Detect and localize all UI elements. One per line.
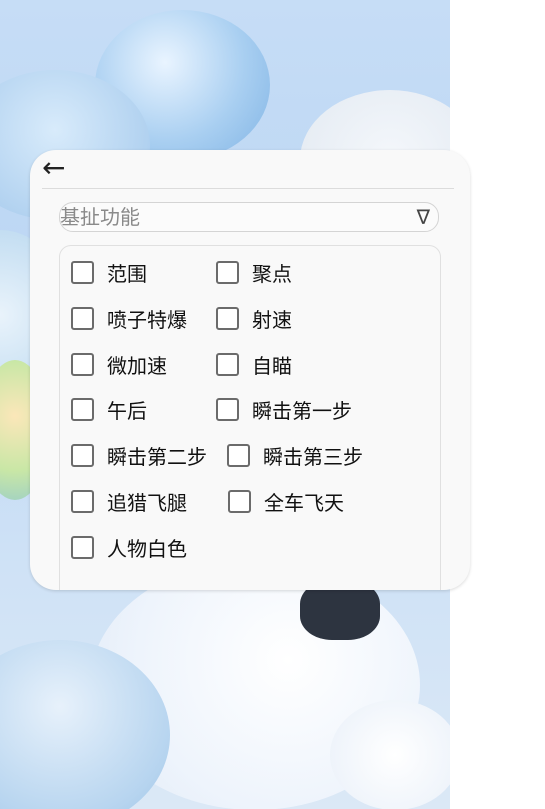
option-label: 瞬击第三步 [263,444,363,469]
option-checkbox[interactable]: 人物白色 [71,532,187,562]
function-category-dropdown[interactable]: 基扯功能 ∇ [59,202,439,232]
option-label: 射速 [252,307,292,332]
option-checkbox[interactable]: 微加速 [71,349,167,379]
header-divider [42,188,454,189]
checkbox-box[interactable] [216,260,239,284]
checkbox-box[interactable] [71,489,94,513]
checkbox-box[interactable] [228,489,251,513]
back-arrow-icon[interactable]: ← [42,152,65,184]
option-checkbox[interactable]: 瞬击第二步 [71,440,207,470]
option-checkbox[interactable]: 瞬击第一步 [216,394,352,424]
option-label: 自瞄 [252,353,292,378]
option-checkbox[interactable]: 追猎飞腿 [71,486,187,516]
option-label: 午后 [107,398,147,423]
option-checkbox[interactable]: 射速 [216,303,292,333]
option-checkbox[interactable]: 范围 [71,257,147,287]
checkbox-box[interactable] [71,352,94,376]
checkbox-box[interactable] [227,443,250,467]
option-checkbox[interactable]: 喷子特爆 [71,303,187,333]
panel-header: ← [30,150,470,188]
option-label: 瞬击第二步 [107,444,207,469]
checkbox-box[interactable] [71,443,94,467]
option-label: 追猎飞腿 [107,490,187,515]
checkbox-box[interactable] [71,306,94,330]
option-label: 人物白色 [107,536,187,561]
checkbox-box[interactable] [216,306,239,330]
floating-menu-panel: ← 基扯功能 ∇ 范围 聚点 喷子特爆 射速 微加速 自瞄 午后 瞬击第一步 瞬… [30,150,470,590]
option-label: 瞬击第一步 [252,398,352,423]
options-list: 范围 聚点 喷子特爆 射速 微加速 自瞄 午后 瞬击第一步 瞬击第二步 瞬击第三… [59,245,441,590]
option-checkbox[interactable]: 午后 [71,394,147,424]
option-label: 微加速 [107,353,167,378]
option-checkbox[interactable]: 聚点 [216,257,292,287]
option-label: 聚点 [252,261,292,286]
option-checkbox[interactable]: 全车飞天 [228,486,344,516]
wallpaper-shape [330,700,450,809]
option-label: 全车飞天 [264,490,344,515]
option-checkbox[interactable]: 自瞄 [216,349,292,379]
checkbox-box[interactable] [71,535,94,559]
option-label: 喷子特爆 [107,307,187,332]
checkbox-box[interactable] [216,352,239,376]
option-checkbox[interactable]: 瞬击第三步 [227,440,363,470]
chevron-down-icon: ∇ [416,205,430,229]
checkbox-box[interactable] [71,397,94,421]
checkbox-box[interactable] [71,260,94,284]
dropdown-selected-value: 基扯功能 [60,205,140,229]
option-label: 范围 [107,261,147,286]
checkbox-box[interactable] [216,397,239,421]
